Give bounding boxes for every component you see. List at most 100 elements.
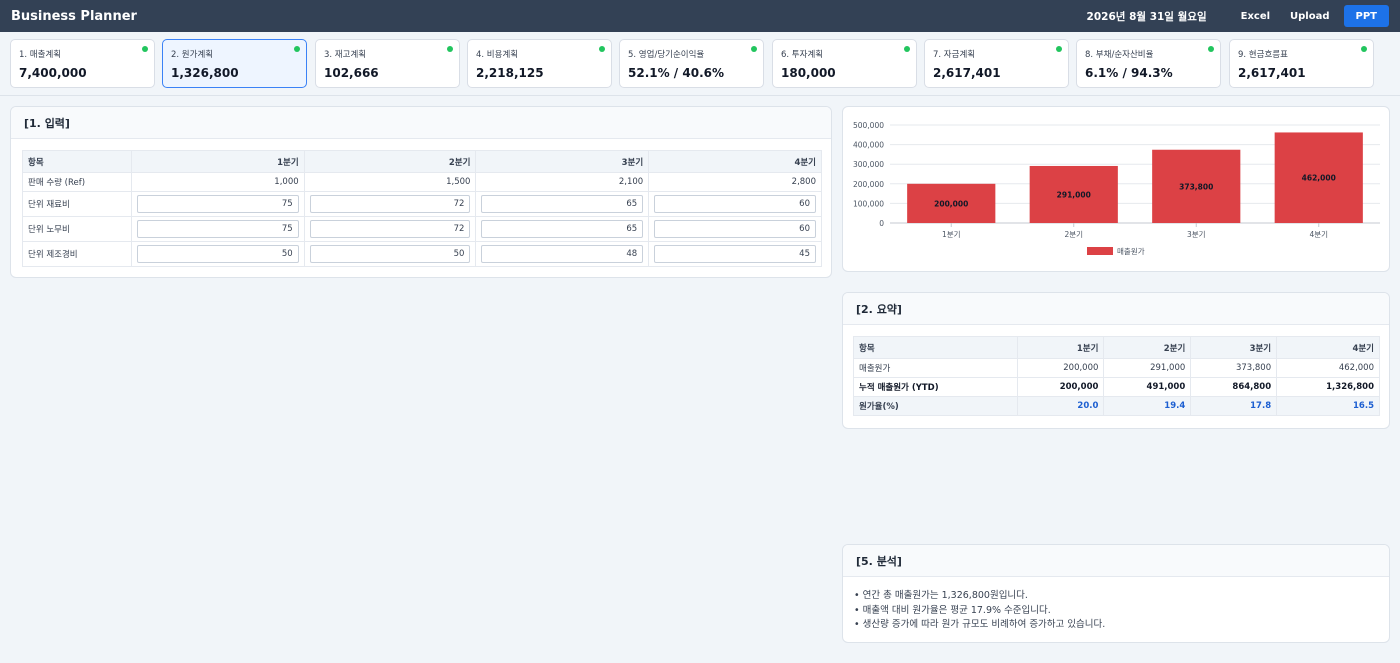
legend-swatch [1087, 247, 1113, 255]
row-label: 단위 재료비 [22, 191, 132, 217]
column-header: 항목 [853, 336, 1018, 359]
y-tick-label: 300,000 [853, 160, 884, 169]
bar-data-label: 373,800 [1179, 182, 1213, 191]
status-dot-icon [751, 46, 757, 52]
kpi-value: 2,617,401 [1238, 66, 1306, 80]
kpi-value: 180,000 [781, 66, 836, 80]
kpi-card-expense-plan[interactable]: 4. 비용계획 2,218,125 [467, 39, 612, 88]
kpi-card-debt-ratio[interactable]: 8. 부채/순자산비율 6.1% / 94.3% [1076, 39, 1221, 88]
kpi-label: 8. 부채/순자산비율 [1085, 50, 1154, 60]
cell-value: 291,000 [1103, 358, 1192, 378]
table-header-row: 항목 1분기 2분기 3분기 4분기 [853, 336, 1380, 359]
analysis-list: • 연간 총 매출원가는 1,326,800원입니다. • 매출액 대비 원가율… [854, 589, 1105, 633]
input-panel-title: [1. 입력] [11, 107, 831, 139]
row-label: 단위 노무비 [22, 216, 132, 242]
x-tick-label: 2분기 [1064, 230, 1083, 239]
status-dot-icon [142, 46, 148, 52]
top-bar-actions: 2026년 8월 31일 월요일 Excel Upload PPT [1087, 5, 1389, 27]
kpi-card-inventory-plan[interactable]: 3. 재고계획 102,666 [315, 39, 460, 88]
kpi-value: 7,400,000 [19, 66, 87, 80]
summary-panel-title: [2. 요약] [843, 293, 1389, 325]
kpi-value: 2,218,125 [476, 66, 544, 80]
overhead-cost-q1-input[interactable] [136, 245, 299, 263]
overhead-cost-q2-input[interactable] [309, 245, 471, 263]
analysis-line: • 매출액 대비 원가율은 평균 17.9% 수준입니다. [854, 604, 1051, 616]
cell-value: 1,500 [303, 172, 477, 192]
material-cost-q3-input[interactable] [481, 195, 644, 213]
kpi-label: 7. 자금계획 [933, 50, 976, 60]
status-dot-icon [1361, 46, 1367, 52]
column-header: 1분기 [130, 150, 305, 173]
kpi-label: 1. 매출계획 [19, 50, 62, 60]
kpi-label: 4. 비용계획 [476, 50, 519, 60]
column-header: 3분기 [1190, 336, 1278, 359]
excel-button[interactable]: Excel [1231, 5, 1280, 27]
table-row: 매출원가 200,000 291,000 373,800 462,000 [853, 358, 1380, 378]
upload-button[interactable]: Upload [1280, 5, 1339, 27]
status-dot-icon [294, 46, 300, 52]
kpi-label: 6. 투자계획 [781, 50, 824, 60]
overhead-cost-q3-input[interactable] [481, 245, 644, 263]
y-tick-label: 500,000 [853, 121, 884, 130]
column-header: 3분기 [475, 150, 650, 173]
kpi-card-funding-plan[interactable]: 7. 자금계획 2,617,401 [924, 39, 1069, 88]
labor-cost-q2-input[interactable] [309, 220, 471, 238]
ppt-button[interactable]: PPT [1343, 5, 1389, 27]
kpi-label: 9. 현금흐름표 [1238, 50, 1288, 60]
legend-label: 매출원가 [1117, 246, 1145, 256]
kpi-value: 102,666 [324, 66, 379, 80]
column-header: 2분기 [1103, 336, 1192, 359]
input-table: 항목 1분기 2분기 3분기 4분기 판매 수량 (Ref) 1,000 1,5… [22, 150, 822, 267]
section-divider [0, 95, 1400, 96]
kpi-card-sales-plan[interactable]: 1. 매출계획 7,400,000 [10, 39, 155, 88]
y-tick-label: 100,000 [853, 199, 884, 208]
labor-cost-q3-input[interactable] [481, 220, 644, 238]
cell-value: 17.8 [1190, 396, 1278, 416]
table-row: 원가율(%) 20.0 19.4 17.8 16.5 [853, 396, 1380, 416]
table-row: 판매 수량 (Ref) 1,000 1,500 2,100 2,800 [22, 172, 822, 192]
cell-value: 20.0 [1016, 396, 1105, 416]
status-dot-icon [904, 46, 910, 52]
x-tick-label: 4분기 [1309, 230, 1328, 239]
input-panel: [1. 입력] 항목 1분기 2분기 3분기 4분기 판매 수량 (Ref) 1… [10, 106, 832, 278]
x-tick-label: 3분기 [1187, 230, 1206, 239]
cell-value: 16.5 [1276, 396, 1380, 416]
kpi-card-cash-flow[interactable]: 9. 현금흐름표 2,617,401 [1229, 39, 1374, 88]
column-header: 4분기 [1276, 336, 1380, 359]
labor-cost-q4-input[interactable] [654, 220, 816, 238]
cell-value: 1,000 [130, 172, 305, 192]
kpi-value: 52.1% / 40.6% [628, 66, 724, 80]
kpi-card-cost-plan[interactable]: 2. 원가계획 1,326,800 [162, 39, 307, 88]
row-label: 단위 제조경비 [22, 241, 132, 267]
material-cost-q4-input[interactable] [654, 195, 816, 213]
column-header: 4분기 [648, 150, 822, 173]
analysis-panel: [5. 분석] • 연간 총 매출원가는 1,326,800원입니다. • 매출… [842, 544, 1390, 643]
overhead-cost-q4-input[interactable] [654, 245, 816, 263]
app-title: Business Planner [11, 8, 137, 24]
y-tick-label: 400,000 [853, 141, 884, 150]
cell-value: 200,000 [1016, 358, 1105, 378]
table-row: 단위 재료비 [22, 191, 822, 217]
row-label: 매출원가 [853, 358, 1018, 378]
table-row: 단위 노무비 [22, 216, 822, 242]
bar-data-label: 200,000 [934, 199, 968, 208]
summary-panel: [2. 요약] 항목 1분기 2분기 3분기 4분기 매출원가 200,000 … [842, 292, 1390, 429]
cell-value: 491,000 [1103, 377, 1192, 397]
row-label: 누적 매출원가 (YTD) [853, 377, 1018, 397]
status-dot-icon [1056, 46, 1062, 52]
labor-cost-q1-input[interactable] [136, 220, 299, 238]
column-header: 2분기 [303, 150, 477, 173]
kpi-card-investment-plan[interactable]: 6. 투자계획 180,000 [772, 39, 917, 88]
row-label: 판매 수량 (Ref) [22, 172, 132, 192]
table-row: 단위 제조경비 [22, 241, 822, 267]
kpi-card-profit-margin[interactable]: 5. 영업/당기순이익율 52.1% / 40.6% [619, 39, 764, 88]
x-tick-label: 1분기 [942, 230, 961, 239]
material-cost-q2-input[interactable] [309, 195, 471, 213]
material-cost-q1-input[interactable] [136, 195, 299, 213]
kpi-label: 2. 원가계획 [171, 50, 214, 60]
cost-chart-panel: 0 100,000 200,000 300,000 400,000 500,000 200,… [842, 106, 1390, 272]
kpi-label: 5. 영업/당기순이익율 [628, 50, 705, 60]
cell-value: 19.4 [1103, 396, 1192, 416]
summary-table: 항목 1분기 2분기 3분기 4분기 매출원가 200,000 291,000 … [853, 336, 1380, 416]
top-bar: Business Planner 2026년 8월 31일 월요일 Excel … [0, 0, 1400, 32]
